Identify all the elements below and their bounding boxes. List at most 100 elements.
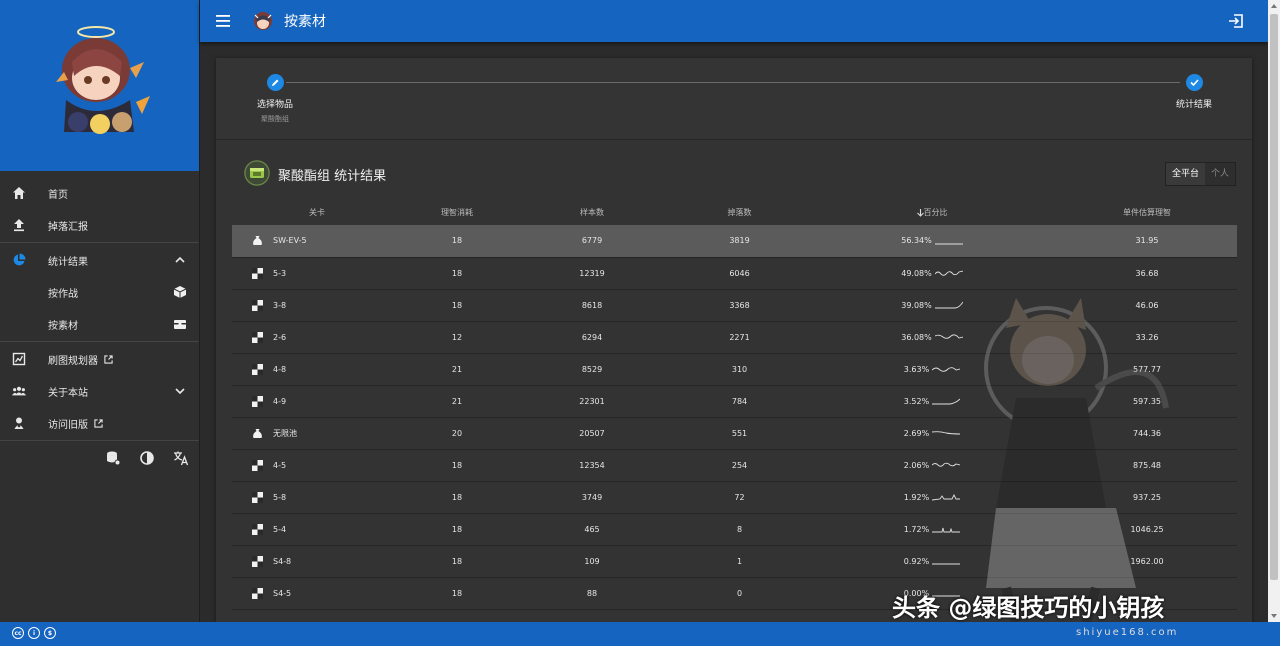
- cell-stage[interactable]: 5-3: [232, 257, 402, 290]
- cell-sanity: 18: [402, 513, 512, 546]
- cell-sanity: 21: [402, 385, 512, 418]
- trend-sparkline[interactable]: [932, 364, 961, 374]
- sidebar-item-about[interactable]: 关于本站: [0, 375, 199, 407]
- table-row[interactable]: 4-9 21 22301 784 3.52% 597.35: [232, 385, 1237, 418]
- cell-samples: 8529: [512, 353, 672, 386]
- checkered-stage-icon: [252, 491, 263, 503]
- cell-sanity: 18: [402, 481, 512, 514]
- trend-sparkline[interactable]: [932, 556, 961, 566]
- table-row[interactable]: 5-4 18 465 8 1.72% 1046.25: [232, 513, 1237, 546]
- table-row[interactable]: 4-5 18 12354 254 2.06% 875.48: [232, 449, 1237, 482]
- menu-icon[interactable]: [216, 14, 232, 28]
- table-row[interactable]: 4-8 21 8529 310 3.63% 577.77: [232, 353, 1237, 386]
- sidebar-item-legacy[interactable]: 访问旧版: [0, 407, 199, 439]
- step-select-item[interactable]: 选择物品 聚酸酯组: [246, 74, 304, 124]
- checkered-stage-icon: [252, 587, 263, 599]
- nc-icon[interactable]: $: [44, 627, 56, 639]
- cell-drops: 784: [672, 385, 807, 418]
- sidebar-item-label: 按素材: [48, 320, 78, 332]
- sidebar-item-label: 关于本站: [48, 387, 88, 399]
- col-stage[interactable]: 关卡: [232, 200, 402, 225]
- toggle-personal[interactable]: 个人: [1204, 163, 1235, 185]
- col-drops[interactable]: 掉落数: [672, 200, 807, 225]
- theme-contrast-icon[interactable]: [139, 450, 155, 466]
- cell-stage[interactable]: SW-EV-5: [232, 225, 402, 258]
- col-cost[interactable]: 单件估算理智: [1057, 200, 1237, 225]
- stepper: 选择物品 聚酸酯组 统计结果: [216, 58, 1252, 140]
- toggle-all-platforms[interactable]: 全平台: [1165, 163, 1205, 185]
- cell-percentage: 36.08%: [807, 321, 1057, 354]
- table-row[interactable]: 2-6 12 6294 2271 36.08% 33.26: [232, 321, 1237, 354]
- table-row[interactable]: 3-8 18 8618 3368 39.08% 46.06: [232, 289, 1237, 322]
- trend-sparkline[interactable]: [934, 332, 963, 342]
- by-icon[interactable]: i: [28, 627, 40, 639]
- sidebar-item-home[interactable]: 首页: [0, 177, 199, 209]
- trend-sparkline[interactable]: [932, 492, 961, 502]
- cell-stage[interactable]: 无限池: [232, 417, 402, 450]
- sidebar-item-by-material[interactable]: 按素材: [0, 308, 199, 340]
- trend-sparkline[interactable]: [934, 236, 963, 246]
- scroll-up-icon[interactable]: [1271, 4, 1277, 8]
- scroll-down-icon[interactable]: [1271, 614, 1277, 618]
- cell-samples: 465: [512, 513, 672, 546]
- table-row[interactable]: 5-3 18 12319 6046 49.08% 36.68: [232, 257, 1237, 290]
- col-sanity[interactable]: 理智消耗: [402, 200, 512, 225]
- cell-stage[interactable]: 4-5: [232, 449, 402, 482]
- divider: [0, 242, 199, 243]
- cell-percentage: 0.92%: [807, 545, 1057, 578]
- col-percentage[interactable]: 百分比: [807, 200, 1057, 225]
- col-percentage-label: 百分比: [923, 208, 948, 217]
- scrollbar[interactable]: [1268, 0, 1280, 622]
- checkered-stage-icon: [252, 299, 263, 311]
- cell-stage[interactable]: 4-9: [232, 385, 402, 418]
- scrollbar-thumb[interactable]: [1270, 14, 1278, 580]
- table-row[interactable]: 无限池 20 20507 551 2.69% 744.36: [232, 417, 1237, 450]
- divider: [0, 440, 199, 441]
- cell-stage[interactable]: 2-6: [232, 321, 402, 354]
- checkered-stage-icon: [252, 267, 263, 279]
- percentage-value: 39.08%: [901, 300, 932, 310]
- sidebar-item-report[interactable]: 掉落汇报: [0, 209, 199, 241]
- stage-code: 3-8: [273, 300, 287, 310]
- sidebar-item-stats[interactable]: 统计结果: [0, 244, 199, 276]
- table-row[interactable]: 5-8 18 3749 72 1.92% 937.25: [232, 481, 1237, 514]
- cell-stage[interactable]: 5-4: [232, 513, 402, 546]
- pie-chart-icon: [12, 253, 26, 267]
- planner-icon: [12, 352, 26, 366]
- trend-sparkline[interactable]: [934, 268, 963, 278]
- sidebar-item-label: 统计结果: [48, 256, 88, 268]
- logout-icon[interactable]: [1228, 13, 1244, 29]
- cell-samples: 12354: [512, 449, 672, 482]
- cell-stage[interactable]: S4-5: [232, 577, 402, 610]
- people-icon: [12, 384, 26, 398]
- sidebar-item-by-stage[interactable]: 按作战: [0, 276, 199, 308]
- checkered-stage-icon: [252, 331, 263, 343]
- stepper-line: [286, 82, 1180, 83]
- trend-sparkline[interactable]: [934, 300, 963, 310]
- trend-sparkline[interactable]: [932, 428, 961, 438]
- percentage-value: 3.52%: [903, 396, 930, 406]
- cell-cost: 1962.00: [1057, 545, 1237, 578]
- stage-code: 无限池: [273, 428, 297, 438]
- server-settings-icon[interactable]: [105, 450, 121, 466]
- table-row[interactable]: S4-8 18 109 1 0.92% 1962.00: [232, 545, 1237, 578]
- cc-icon[interactable]: cc: [12, 627, 24, 639]
- cell-stage[interactable]: 3-8: [232, 289, 402, 322]
- table-row[interactable]: SW-EV-5 18 6779 3819 56.34% 31.95: [232, 225, 1237, 258]
- cell-cost: 33.26: [1057, 321, 1237, 354]
- step-sublabel: 聚酸酯组: [261, 115, 289, 123]
- cell-stage[interactable]: 5-8: [232, 481, 402, 514]
- cell-stage[interactable]: 4-8: [232, 353, 402, 386]
- trend-sparkline[interactable]: [932, 396, 961, 406]
- sidebar-item-planner[interactable]: 刷图规划器: [0, 343, 199, 375]
- col-samples[interactable]: 样本数: [512, 200, 672, 225]
- trend-sparkline[interactable]: [932, 460, 961, 470]
- step-results[interactable]: 统计结果: [1164, 74, 1224, 110]
- cell-drops: 3368: [672, 289, 807, 322]
- cell-samples: 22301: [512, 385, 672, 418]
- stage-code: 2-6: [273, 332, 287, 342]
- cell-sanity: 21: [402, 353, 512, 386]
- trend-sparkline[interactable]: [932, 524, 961, 534]
- translate-icon[interactable]: [173, 450, 189, 466]
- cell-stage[interactable]: S4-8: [232, 545, 402, 578]
